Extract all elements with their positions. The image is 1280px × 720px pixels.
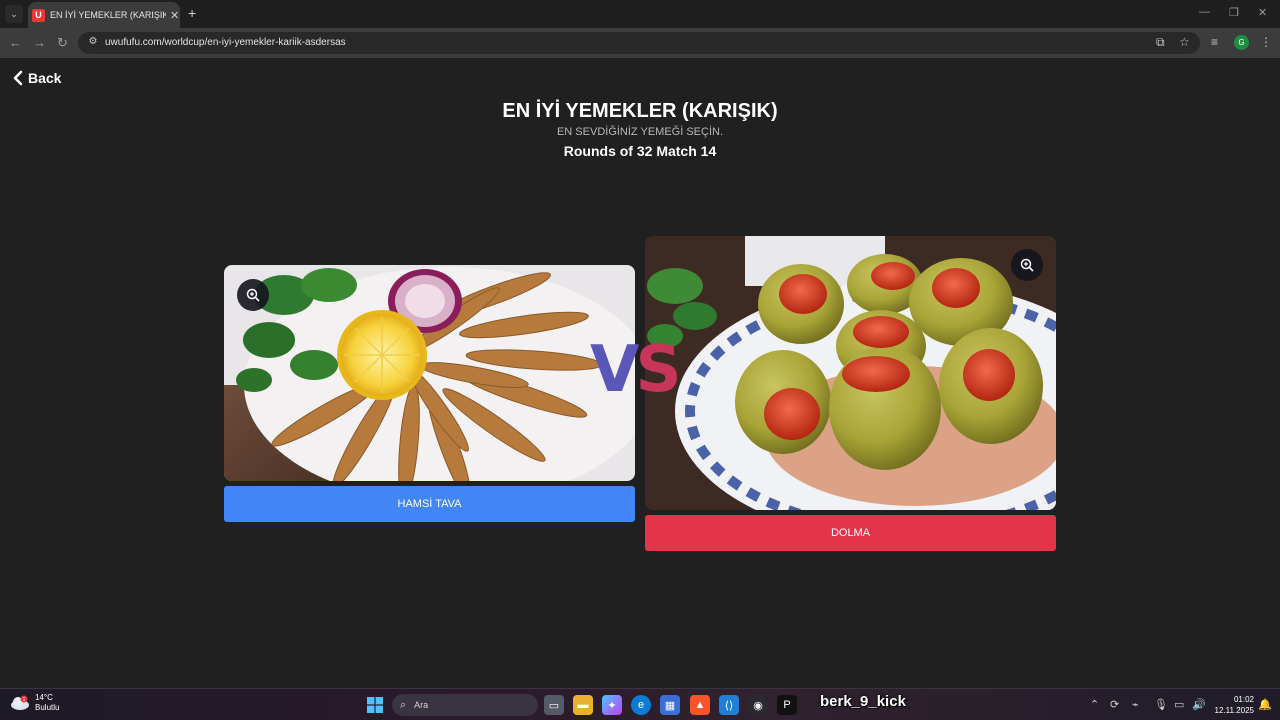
browser-tab-active[interactable]: U EN İYİ YEMEKLER (KARIŞIK) | Uw ✕: [28, 2, 180, 28]
minimize-icon[interactable]: —: [1199, 6, 1210, 18]
zoom-in-icon: [1020, 258, 1034, 272]
page-subtitle: EN SEVDİĞİNİZ YEMEĞİ SEÇİN.: [556, 126, 724, 138]
restore-icon[interactable]: ❐: [1229, 6, 1239, 19]
left-choice-image[interactable]: [224, 265, 635, 481]
worldcup-page: Back EN İYİ YEMEKLER (KARIŞIK) EN SEVDİĞ…: [0, 58, 1280, 688]
page-title: EN İYİ YEMEKLER (KARIŞIK): [502, 100, 778, 122]
choice-button-left[interactable]: HAMSİ TAVA: [224, 486, 635, 522]
tab-title: EN İYİ YEMEKLER (KARIŞIK) | Uw: [50, 10, 166, 20]
weather-widget[interactable]: 1 14°C Bulutlu: [10, 693, 59, 713]
zoom-in-icon: [246, 288, 260, 302]
zoom-in-button-left[interactable]: [237, 279, 269, 311]
brave-icon[interactable]: ▲: [690, 695, 710, 715]
reload-icon[interactable]: ↻: [57, 35, 68, 51]
copilot-icon[interactable]: ✦: [602, 695, 622, 715]
versus-letter-v: V: [590, 333, 639, 407]
browser-menu-icon[interactable]: ⋮: [1260, 35, 1272, 49]
url-text[interactable]: uwufufu.com/worldcup/en-iyi-yemekler-kar…: [105, 37, 346, 48]
cloud-icon: 1: [11, 695, 29, 710]
steam-icon[interactable]: ◉: [748, 695, 768, 715]
display-icon[interactable]: ▭: [1174, 698, 1184, 711]
versus-letter-s: S: [635, 333, 682, 407]
window-close-icon[interactable]: ✕: [1258, 6, 1267, 19]
reading-list-icon[interactable]: ≡: [1211, 35, 1218, 49]
search-placeholder: Ara: [414, 700, 429, 710]
versus-emblem: VS: [590, 338, 682, 402]
windows-logo-icon: [367, 697, 383, 713]
browser-tab-bar: ⌄ U EN İYİ YEMEKLER (KARIŞIK) | Uw ✕ + —…: [0, 0, 1280, 28]
site-info-icon[interactable]: ⚙: [86, 36, 100, 50]
hamsi-photo: [224, 265, 635, 481]
weather-temp: 14°C: [35, 693, 53, 702]
site-favicon: U: [32, 8, 45, 22]
choice-label-right: DOLMA: [830, 527, 871, 539]
system-clock[interactable]: 01:02 12.11.2025: [1208, 694, 1254, 716]
choice-button-right[interactable]: DOLMA: [645, 515, 1056, 551]
forward-arrow-icon[interactable]: →: [33, 35, 46, 51]
choice-label-left: HAMSİ TAVA: [397, 498, 462, 510]
weather-badge: 1: [22, 697, 25, 703]
task-view-icon[interactable]: ▭: [544, 695, 564, 715]
clock-date: 12.11.2025: [1214, 706, 1254, 715]
stream-overlay-text: berk_9_kick: [820, 693, 906, 710]
translate-icon[interactable]: ⧉: [1156, 35, 1165, 50]
zoom-in-button-right[interactable]: [1011, 249, 1043, 281]
back-label: Back: [28, 70, 62, 86]
sync-icon[interactable]: ⟳: [1110, 698, 1119, 711]
file-explorer-icon[interactable]: ▬: [573, 695, 593, 715]
weather-desc: Bulutlu: [35, 703, 60, 712]
tab-search-button[interactable]: ⌄: [5, 5, 23, 23]
chevron-left-icon: [13, 70, 23, 86]
clock-time: 01:02: [1233, 695, 1254, 704]
browser-toolbar: ← → ↻ ⚙ uwufufu.com/worldcup/en-iyi-yeme…: [0, 28, 1280, 58]
app-icon[interactable]: P: [777, 695, 797, 715]
notification-bell-icon[interactable]: 🔔: [1258, 698, 1272, 711]
dolma-photo: [645, 236, 1056, 510]
store-icon[interactable]: ▦: [660, 695, 680, 715]
back-button[interactable]: Back: [13, 70, 61, 86]
volume-icon[interactable]: 🔊: [1192, 698, 1206, 711]
windows-taskbar: 1 14°C Bulutlu ⌕ Ara ▭ ▬ ✦ e ▦ ▲ ⟨⟩ ◉ P …: [0, 688, 1280, 720]
vscode-icon[interactable]: ⟨⟩: [719, 695, 739, 715]
microphone-icon[interactable]: 🎙: [1154, 698, 1168, 711]
address-bar[interactable]: ⚙ uwufufu.com/worldcup/en-iyi-yemekler-k…: [78, 32, 1200, 54]
profile-avatar[interactable]: G: [1234, 35, 1249, 50]
back-arrow-icon[interactable]: ←: [9, 35, 22, 51]
bookmark-star-icon[interactable]: ☆: [1179, 35, 1190, 49]
network-off-icon[interactable]: ⌁: [1132, 698, 1139, 711]
windows-start-icon[interactable]: [365, 695, 385, 715]
new-tab-icon[interactable]: +: [188, 5, 196, 21]
round-indicator: Rounds of 32 Match 14: [563, 143, 717, 159]
show-hidden-icons-icon[interactable]: ⌃: [1090, 698, 1099, 711]
close-tab-icon[interactable]: ✕: [170, 9, 179, 22]
right-choice-image[interactable]: [645, 236, 1056, 510]
taskbar-search[interactable]: ⌕ Ara: [392, 694, 538, 716]
edge-icon[interactable]: e: [631, 695, 651, 715]
search-icon: ⌕: [400, 698, 407, 711]
